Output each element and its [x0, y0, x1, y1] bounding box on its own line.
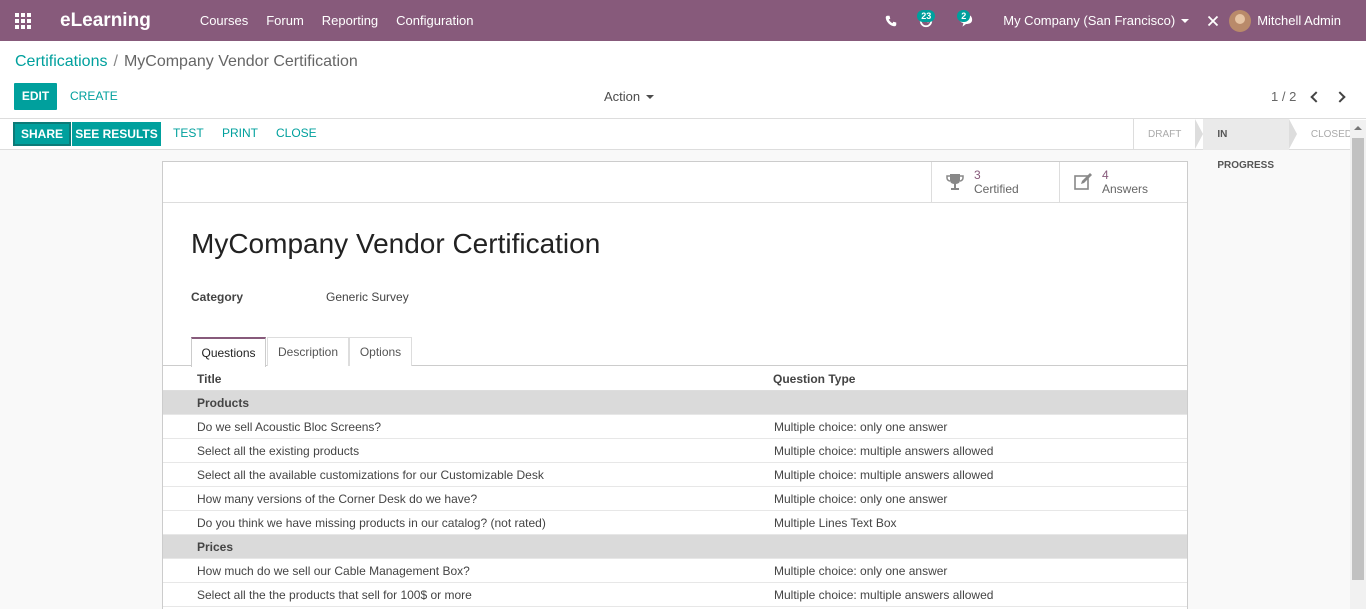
breadcrumb-parent[interactable]: Certifications — [15, 53, 107, 70]
certified-count: 3 — [974, 168, 981, 182]
trophy-icon — [944, 171, 966, 193]
menu-forum[interactable]: Forum — [257, 0, 313, 41]
question-title: Do we sell Acoustic Bloc Screens? — [197, 420, 382, 434]
tab-description[interactable]: Description — [267, 337, 349, 366]
test-button[interactable]: TEST — [173, 126, 204, 140]
question-type: Multiple choice: only one answer — [774, 420, 948, 434]
question-title: Prices — [197, 540, 234, 554]
main-menu: Courses Forum Reporting Configuration — [191, 0, 483, 41]
table-body: Products Do we sell Acoustic Bloc Screens… — [163, 391, 1187, 607]
survey-title[interactable]: MyCompany Vendor Certification — [191, 228, 600, 260]
table-row[interactable]: Select all the existing products Multiple… — [163, 439, 1187, 463]
question-type: Multiple choice: only one answer — [774, 492, 948, 506]
column-title[interactable]: Title — [197, 372, 221, 386]
control-panel: Certifications / MyCompany Vendor Certific… — [0, 41, 1366, 119]
edit-icon — [1072, 171, 1094, 193]
print-button[interactable]: PRINT — [222, 126, 258, 140]
close-button[interactable]: CLOSE — [276, 126, 317, 140]
section-row[interactable]: Products — [163, 391, 1187, 415]
chevron-down-icon — [1181, 18, 1190, 23]
column-question-type[interactable]: Question Type — [773, 372, 855, 386]
app-brand[interactable]: eLearning — [60, 10, 151, 32]
table-row[interactable]: Select all the the products that sell fo… — [163, 583, 1187, 607]
answers-label: Answers — [1102, 182, 1149, 196]
table-row[interactable]: Select all the available customizations … — [163, 463, 1187, 487]
navbar-systray: 23 2 My Company (San Francisco) Mitchell… — [876, 0, 1366, 41]
scrollbar-thumb[interactable] — [1352, 138, 1364, 580]
answers-stat-button[interactable]: 4 Answers — [1059, 162, 1187, 202]
action-label: Action — [604, 89, 641, 104]
company-name: My Company (San Francisco) — [1003, 13, 1176, 28]
avatar — [1228, 9, 1251, 32]
pager-next-icon[interactable] — [1334, 90, 1346, 103]
vertical-scrollbar[interactable] — [1350, 120, 1366, 609]
see-results-button[interactable]: SEE RESULTS — [72, 122, 161, 146]
create-button[interactable]: CREATE — [70, 89, 118, 103]
stage-arrow — [1288, 119, 1297, 149]
question-title: Select all the available customizations … — [197, 468, 544, 482]
table-row[interactable]: Do we sell Acoustic Bloc Screens? Multipl… — [163, 415, 1187, 439]
user-menu[interactable] — [1227, 0, 1257, 41]
stage-draft[interactable]: DRAFT — [1134, 119, 1195, 150]
question-type: Multiple choice: multiple answers allowe… — [774, 444, 994, 458]
stage-in-progress[interactable]: IN PROGRESS — [1203, 119, 1289, 171]
category-field[interactable]: Generic Survey — [326, 290, 409, 304]
messages-icon[interactable]: 2 — [946, 0, 986, 41]
company-switcher[interactable]: My Company (San Francisco) — [1003, 13, 1190, 28]
debug-tools-icon[interactable] — [1199, 0, 1227, 41]
top-navbar: eLearning Courses Forum Reporting Config… — [0, 0, 1366, 41]
activity-badge: 23 — [917, 10, 936, 22]
scroll-up-icon[interactable] — [1354, 126, 1362, 130]
pager-value[interactable]: 1 / 2 — [1271, 89, 1296, 104]
pager: 1 / 2 — [1271, 89, 1346, 104]
apps-menu-icon[interactable] — [0, 0, 46, 41]
answers-count: 4 — [1102, 168, 1109, 182]
share-button[interactable]: SHARE — [13, 122, 71, 146]
stage-arrow — [1195, 119, 1204, 149]
form-statusbar: SHARE SEE RESULTS TEST PRINT CLOSE DRAFT… — [0, 119, 1366, 171]
messages-badge: 2 — [957, 10, 971, 22]
question-type: Multiple choice: multiple answers allowe… — [774, 468, 994, 482]
question-title: Products — [197, 396, 250, 410]
question-title: Select all the existing products — [197, 444, 360, 458]
question-title: Select all the the products that sell fo… — [197, 588, 472, 602]
section-row[interactable]: Prices — [163, 535, 1187, 559]
certified-stat-button[interactable]: 3 Certified — [931, 162, 1059, 202]
smart-button-box: 3 Certified 4 Answers — [163, 162, 1187, 203]
form-sheet: 3 Certified 4 Answers MyCompany Vendor C… — [162, 161, 1188, 609]
table-row[interactable]: Do you think we have missing products in… — [163, 511, 1187, 535]
questions-table: Title Question Type Products Do we sell A… — [163, 366, 1187, 607]
question-title: How much do we sell our Cable Management… — [197, 564, 470, 578]
certified-label: Certified — [974, 182, 1019, 196]
table-header: Title Question Type — [163, 366, 1187, 391]
table-row[interactable]: How much do we sell our Cable Management… — [163, 559, 1187, 583]
category-label: Category — [191, 290, 244, 304]
question-title: How many versions of the Corner Desk do … — [197, 492, 478, 506]
question-type: Multiple Lines Text Box — [774, 516, 897, 530]
stage-pipeline: DRAFT IN PROGRESS CLOSED — [1133, 119, 1366, 171]
tab-questions[interactable]: Questions — [191, 337, 266, 367]
breadcrumb: Certifications / MyCompany Vendor Certific… — [15, 53, 358, 71]
phone-icon[interactable] — [876, 0, 906, 41]
tab-options[interactable]: Options — [349, 337, 412, 366]
breadcrumb-separator: / — [113, 53, 118, 70]
menu-configuration[interactable]: Configuration — [387, 0, 482, 41]
user-name[interactable]: Mitchell Admin — [1257, 13, 1341, 28]
table-row[interactable]: How many versions of the Corner Desk do … — [163, 487, 1187, 511]
activity-clock-icon[interactable]: 23 — [906, 0, 946, 41]
menu-courses[interactable]: Courses — [191, 0, 257, 41]
pager-previous-icon[interactable] — [1310, 90, 1322, 103]
chevron-down-icon — [646, 94, 655, 99]
question-title: Do you think we have missing products in… — [197, 516, 546, 530]
menu-reporting[interactable]: Reporting — [313, 0, 387, 41]
question-type: Multiple choice: multiple answers allowe… — [774, 588, 994, 602]
notebook-tabs: Questions Description Options — [163, 337, 1187, 367]
question-type: Multiple choice: only one answer — [774, 564, 948, 578]
action-dropdown[interactable]: Action — [604, 89, 655, 104]
edit-button[interactable]: EDIT — [14, 83, 57, 110]
breadcrumb-current: MyCompany Vendor Certification — [123, 53, 358, 70]
